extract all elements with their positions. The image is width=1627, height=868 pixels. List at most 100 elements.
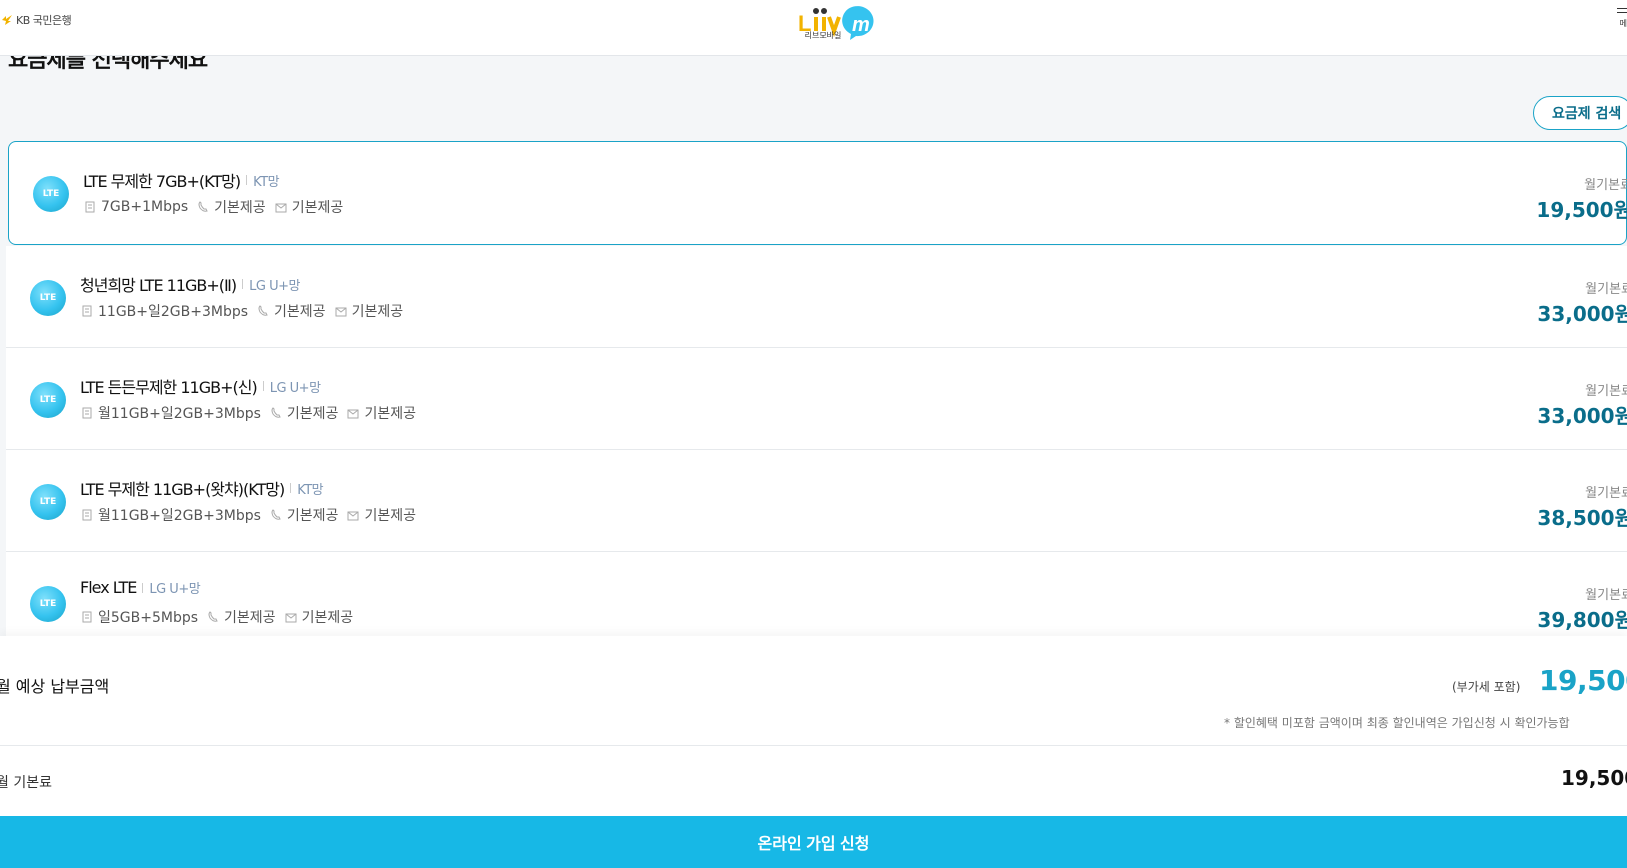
feature-voice: 기본제공 — [206, 607, 276, 627]
feature-voice-text: 기본제공 — [224, 610, 276, 626]
kb-logo[interactable]: KB 국민은행 — [0, 10, 72, 30]
vat-note: (부가세 포함) — [1452, 680, 1521, 694]
monthly-fee-value: 38,500원 — [1537, 506, 1627, 530]
plan-card[interactable]: LTE 청년희망 LTE 11GB+(Ⅱ) LG U+망 11GB+일2GB+3… — [6, 246, 1627, 348]
message-icon — [274, 200, 288, 214]
monthly-fee-value: 39,800원 — [1537, 608, 1627, 632]
plan-features: 일5GB+5Mbps 기본제공 기본제공 — [80, 607, 361, 627]
menu-button[interactable]: 메 — [1613, 6, 1627, 36]
phone-icon — [269, 406, 283, 420]
divider — [0, 745, 1627, 746]
feature-sms: 기본제공 — [334, 301, 404, 321]
divider — [242, 279, 244, 289]
monthly-fee-label: 월기본료 — [1585, 282, 1627, 297]
plan-title-row: LTE 든든무제한 11GB+(신) LG U+망 — [80, 374, 321, 398]
plan-name: Flex LTE — [80, 578, 137, 597]
divider — [262, 381, 264, 391]
message-icon — [346, 406, 360, 420]
divider — [142, 582, 144, 593]
feature-sms-text: 기본제공 — [364, 508, 416, 524]
feature-voice: 기본제공 — [196, 197, 266, 217]
base-fee-value: 19,500 — [1561, 766, 1627, 790]
plan-search-button[interactable]: 요금제 검색 — [1533, 96, 1627, 130]
phone-icon — [196, 200, 210, 214]
plan-network: KT망 — [253, 174, 280, 190]
svg-text:m: m — [852, 14, 870, 36]
data-icon — [80, 304, 94, 318]
page-title: 요금제를 선택해주세요 — [8, 56, 208, 73]
lte-badge-icon: LTE — [30, 382, 66, 418]
monthly-fee-value: 19,500원 — [1536, 198, 1627, 222]
feature-data-text: 월11GB+일2GB+3Mbps — [98, 406, 261, 422]
feature-data-text: 일5GB+5Mbps — [98, 610, 199, 626]
menu-label: 메 — [1619, 19, 1627, 28]
phone-icon — [206, 610, 220, 624]
payment-summary: 월 예상 납부금액 (부가세 포함) 19,500 * 할인혜택 미포함 금액이… — [0, 636, 1627, 868]
phone-icon — [256, 304, 270, 318]
feature-sms: 기본제공 — [346, 403, 416, 423]
feature-data-text: 월11GB+일2GB+3Mbps — [98, 508, 261, 524]
feature-data-text: 7GB+1Mbps — [101, 199, 189, 215]
plan-network: KT망 — [297, 482, 324, 498]
kb-label: KB 국민은행 — [16, 14, 72, 27]
data-icon — [80, 610, 94, 624]
expected-payment-value: 19,500 — [1539, 664, 1627, 697]
plan-title-row: 청년희망 LTE 11GB+(Ⅱ) LG U+망 — [80, 272, 300, 296]
plan-list: LTE LTE 무제한 7GB+(KT망) KT망 7GB+1Mbps 기본제공… — [6, 141, 1627, 636]
hamburger-menu-icon — [1617, 8, 1627, 18]
plan-features: 11GB+일2GB+3Mbps 기본제공 기본제공 — [80, 301, 411, 321]
plan-features: 7GB+1Mbps 기본제공 기본제공 — [83, 197, 351, 217]
lte-badge-icon: LTE — [30, 280, 66, 316]
message-icon — [346, 508, 360, 522]
plan-title-row: LTE 무제한 11GB+(왓챠)(KT망) KT망 — [80, 476, 324, 500]
feature-sms: 기본제공 — [274, 197, 343, 217]
base-fee-label: 월 기본료 — [0, 775, 52, 791]
plan-title-row: LTE 무제한 7GB+(KT망) KT망 — [83, 168, 280, 192]
plan-title-row: Flex LTE LG U+망 — [80, 578, 201, 597]
plan-network: LG U+망 — [149, 582, 201, 597]
feature-voice: 기본제공 — [269, 505, 338, 525]
feature-data: 7GB+1Mbps — [83, 199, 188, 215]
feature-voice-text: 기본제공 — [274, 304, 326, 320]
data-icon — [83, 200, 97, 214]
plan-card[interactable]: LTE LTE 무제한 11GB+(왓챠)(KT망) KT망 월11GB+일2G… — [6, 450, 1627, 552]
lte-badge-icon: LTE — [30, 586, 66, 622]
monthly-fee-value: 33,000원 — [1537, 404, 1627, 428]
plan-network: LG U+망 — [269, 380, 321, 396]
monthly-fee-label: 월기본료 — [1585, 486, 1627, 501]
feature-data-text: 11GB+일2GB+3Mbps — [98, 304, 249, 320]
plan-card[interactable]: LTE LTE 든든무제한 11GB+(신) LG U+망 월11GB+일2GB… — [6, 348, 1627, 450]
plan-network: LG U+망 — [249, 278, 300, 294]
monthly-fee-label: 월기본료 — [1584, 178, 1627, 193]
plan-name: LTE 무제한 11GB+(왓챠)(KT망) — [80, 480, 285, 499]
monthly-fee-label: 월기본료 — [1585, 588, 1627, 603]
divider — [246, 175, 248, 185]
lte-badge-icon: LTE — [30, 484, 66, 520]
message-icon — [334, 304, 348, 318]
online-signup-button[interactable]: 온라인 가입 신청 — [0, 816, 1627, 868]
expected-payment-label: 월 예상 납부금액 — [0, 677, 110, 696]
monthly-fee-label: 월기본료 — [1585, 384, 1627, 399]
plan-name: LTE 든든무제한 11GB+(신) — [80, 378, 258, 397]
monthly-fee-value: 33,000원 — [1537, 302, 1627, 326]
plan-name: LTE 무제한 7GB+(KT망) — [83, 172, 241, 191]
feature-sms-text: 기본제공 — [364, 406, 416, 422]
feature-sms-text: 기본제공 — [351, 304, 404, 320]
phone-icon — [269, 508, 283, 522]
plan-card[interactable]: LTE LTE 무제한 7GB+(KT망) KT망 7GB+1Mbps 기본제공… — [8, 141, 1627, 245]
data-icon — [80, 508, 94, 522]
plan-features: 월11GB+일2GB+3Mbps 기본제공 기본제공 — [80, 505, 424, 525]
lte-badge-icon: LTE — [33, 176, 69, 212]
plan-name: 청년희망 LTE 11GB+(Ⅱ) — [80, 276, 237, 295]
message-icon — [284, 610, 298, 624]
feature-sms-text: 기본제공 — [301, 610, 354, 626]
feature-sms: 기본제공 — [284, 607, 354, 627]
feature-data: 11GB+일2GB+3Mbps — [80, 301, 248, 321]
feature-voice: 기본제공 — [269, 403, 339, 423]
plan-card[interactable]: LTE Flex LTE LG U+망 일5GB+5Mbps 기본제공 기본제공 — [6, 552, 1627, 636]
feature-sms: 기본제공 — [346, 505, 416, 525]
feature-voice-text: 기본제공 — [286, 406, 339, 422]
feature-voice: 기본제공 — [256, 301, 326, 321]
kb-star-icon — [0, 13, 14, 27]
header: KB 국민은행 L m 리브모바일 메 — [0, 0, 1627, 56]
